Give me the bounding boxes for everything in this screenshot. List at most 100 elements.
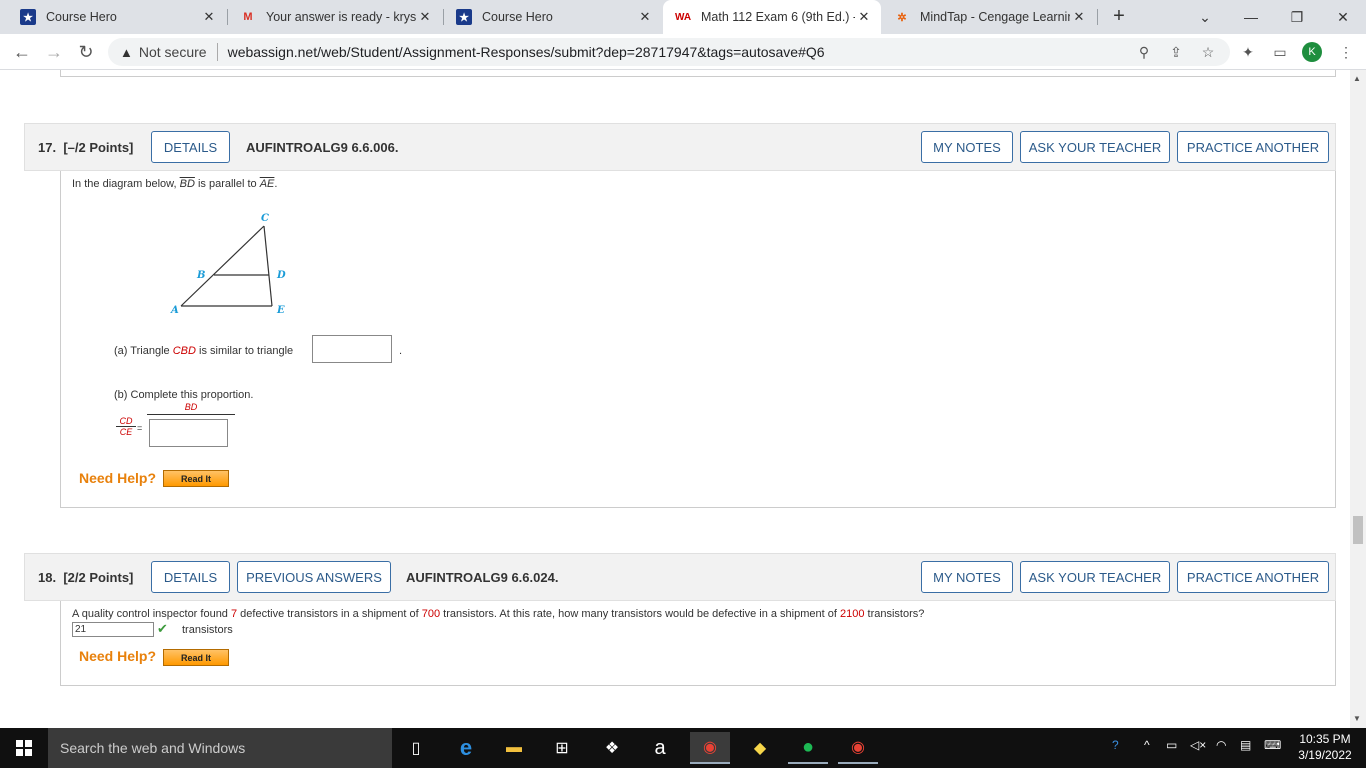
browser-toolbar: ← → ↻ ▲ Not secure webassign.net/web/Stu… xyxy=(0,34,1366,70)
scroll-down-icon[interactable]: ▼ xyxy=(1353,714,1361,723)
proportion-right: BD xyxy=(147,402,235,415)
webassign-icon: WA xyxy=(674,11,692,23)
practice-another-button[interactable]: PRACTICE ANOTHER xyxy=(1177,131,1329,163)
spotify-icon[interactable]: ● xyxy=(788,732,828,764)
close-icon[interactable]: ✕ xyxy=(855,9,873,25)
part-b-answer-input[interactable] xyxy=(149,419,228,447)
star-icon: ★ xyxy=(20,9,36,25)
gmail-icon: M xyxy=(243,11,253,23)
help-icon[interactable]: ? xyxy=(1112,738,1119,752)
tab-strip: ★ Course Hero ✕ M Your answer is ready -… xyxy=(0,0,1366,34)
tab-search-chevron-icon[interactable]: ⌄ xyxy=(1182,0,1228,34)
need-help-label: Need Help? xyxy=(79,648,157,664)
read-it-button[interactable]: Read It xyxy=(163,649,229,666)
share-icon[interactable]: ⇪ xyxy=(1166,42,1186,62)
windows-taskbar: Search the web and Windows ▯ e ▬ ⊞ ❖ a ◉… xyxy=(0,728,1366,768)
dropbox-icon[interactable]: ❖ xyxy=(592,732,632,764)
reload-icon[interactable]: ↻ xyxy=(74,40,98,64)
previous-question-box xyxy=(60,70,1336,77)
wifi-icon[interactable]: ◠ xyxy=(1216,738,1226,752)
address-bar[interactable]: ▲ Not secure webassign.net/web/Student/A… xyxy=(108,38,1230,66)
bookmark-star-icon[interactable]: ☆ xyxy=(1198,42,1218,62)
show-hidden-icon[interactable]: ^ xyxy=(1144,738,1150,752)
url-text: webassign.net/web/Student/Assignment-Res… xyxy=(227,44,825,60)
forward-icon[interactable]: → xyxy=(42,40,66,64)
read-it-button[interactable]: Read It xyxy=(163,470,229,487)
cast-icon[interactable]: ▭ xyxy=(1270,42,1290,62)
restore-button[interactable]: ❐ xyxy=(1274,0,1320,34)
windows-start-icon[interactable] xyxy=(0,728,48,768)
previous-answers-button[interactable]: PREVIOUS ANSWERS xyxy=(237,561,391,593)
keyboard-icon[interactable]: ⌨ xyxy=(1264,738,1281,752)
ask-teacher-button[interactable]: ASK YOUR TEACHER xyxy=(1020,561,1170,593)
question-17-prompt: In the diagram below, BD is parallel to … xyxy=(72,178,278,190)
answer-input[interactable] xyxy=(72,622,154,637)
minimize-button[interactable]: — xyxy=(1228,0,1274,34)
tab-gmail[interactable]: M Your answer is ready - krystal ✕ xyxy=(228,0,442,34)
close-icon[interactable]: ✕ xyxy=(416,9,434,25)
new-tab-button[interactable]: + xyxy=(1108,5,1130,27)
part-b-prompt: (b) Complete this proportion. xyxy=(114,389,254,401)
close-icon[interactable]: ✕ xyxy=(200,9,218,25)
extensions-icon[interactable]: ✦ xyxy=(1238,42,1258,62)
battery-icon[interactable]: ▭ xyxy=(1166,738,1177,752)
part-a-prompt: (a) Triangle CBD is similar to triangle xyxy=(114,345,294,357)
zoom-icon[interactable]: ⚲ xyxy=(1134,42,1154,62)
amazon-icon[interactable]: a xyxy=(640,732,680,764)
label-e: E xyxy=(276,305,285,316)
notifications-icon[interactable]: ▤ xyxy=(1240,738,1251,752)
file-explorer-icon[interactable]: ▬ xyxy=(494,732,534,764)
security-label: Not secure xyxy=(138,44,207,60)
unit-label: transistors xyxy=(182,624,233,636)
chrome-icon[interactable]: ◉ xyxy=(690,732,730,764)
question-code: AUFINTROALG9 6.6.024. xyxy=(406,570,559,585)
scrollbar-thumb[interactable] xyxy=(1353,516,1363,544)
label-c: C xyxy=(261,213,269,224)
details-button[interactable]: DETAILS xyxy=(151,131,230,163)
tab-mindtap[interactable]: ✲ MindTap - Cengage Learning ✕ xyxy=(882,0,1096,34)
star-icon: ★ xyxy=(456,9,472,25)
menu-icon[interactable]: ⋮ xyxy=(1336,42,1356,62)
avatar[interactable]: K xyxy=(1302,42,1322,62)
tab-webassign[interactable]: WA Math 112 Exam 6 (9th Ed.) - ✕ xyxy=(663,0,881,34)
details-button[interactable]: DETAILS xyxy=(151,561,230,593)
close-icon[interactable]: ✕ xyxy=(636,9,654,25)
question-number: 18. [2/2 Points] xyxy=(38,570,134,585)
edge-icon[interactable]: e xyxy=(446,732,486,764)
need-help-label: Need Help? xyxy=(79,470,157,486)
practice-another-button[interactable]: PRACTICE ANOTHER xyxy=(1177,561,1329,593)
question-number: 17. [–/2 Points] xyxy=(38,140,134,155)
question-18-prompt: A quality control inspector found 7 defe… xyxy=(72,608,925,620)
question-17-header: 17. [–/2 Points] DETAILS AUFINTROALG9 6.… xyxy=(24,123,1336,171)
ask-teacher-button[interactable]: ASK YOUR TEACHER xyxy=(1020,131,1170,163)
close-window-button[interactable]: ✕ xyxy=(1320,0,1366,34)
page-content: 17. [–/2 Points] DETAILS AUFINTROALG9 6.… xyxy=(0,70,1350,728)
label-d: D xyxy=(276,270,286,281)
store-icon[interactable]: ⊞ xyxy=(542,732,582,764)
label-a: A xyxy=(170,305,179,316)
mindtap-icon: ✲ xyxy=(897,11,907,24)
scroll-up-icon[interactable]: ▲ xyxy=(1353,74,1361,83)
part-a-answer-input[interactable] xyxy=(312,335,392,363)
question-18-header: 18. [2/2 Points] DETAILS PREVIOUS ANSWER… xyxy=(24,553,1336,601)
chrome-profile-icon[interactable]: ◉ xyxy=(838,732,878,764)
back-icon[interactable]: ← xyxy=(10,40,34,64)
close-icon[interactable]: ✕ xyxy=(1070,9,1088,25)
check-icon: ✔ xyxy=(157,621,168,636)
page-scrollbar[interactable]: ▲ ▼ xyxy=(1350,70,1366,728)
proportion-left: CD CE xyxy=(116,416,136,437)
question-code: AUFINTROALG9 6.6.006. xyxy=(246,140,399,155)
question-17-body: In the diagram below, BD is parallel to … xyxy=(60,171,1336,508)
taskbar-search-input[interactable]: Search the web and Windows xyxy=(48,728,392,768)
system-clock[interactable]: 10:35 PM 3/19/2022 xyxy=(1290,731,1360,763)
my-notes-button[interactable]: MY NOTES xyxy=(921,131,1013,163)
tab-course-hero-2[interactable]: ★ Course Hero ✕ xyxy=(444,0,662,34)
warning-icon: ▲ xyxy=(120,44,133,60)
task-view-icon[interactable]: ▯ xyxy=(396,732,436,764)
tab-course-hero-1[interactable]: ★ Course Hero ✕ xyxy=(8,0,226,34)
triangle-diagram: C B D A E xyxy=(170,213,286,316)
volume-icon[interactable]: ◁× xyxy=(1190,738,1206,752)
app-icon[interactable]: ◆ xyxy=(740,732,780,764)
question-18-body: A quality control inspector found 7 defe… xyxy=(60,601,1336,686)
my-notes-button[interactable]: MY NOTES xyxy=(921,561,1013,593)
